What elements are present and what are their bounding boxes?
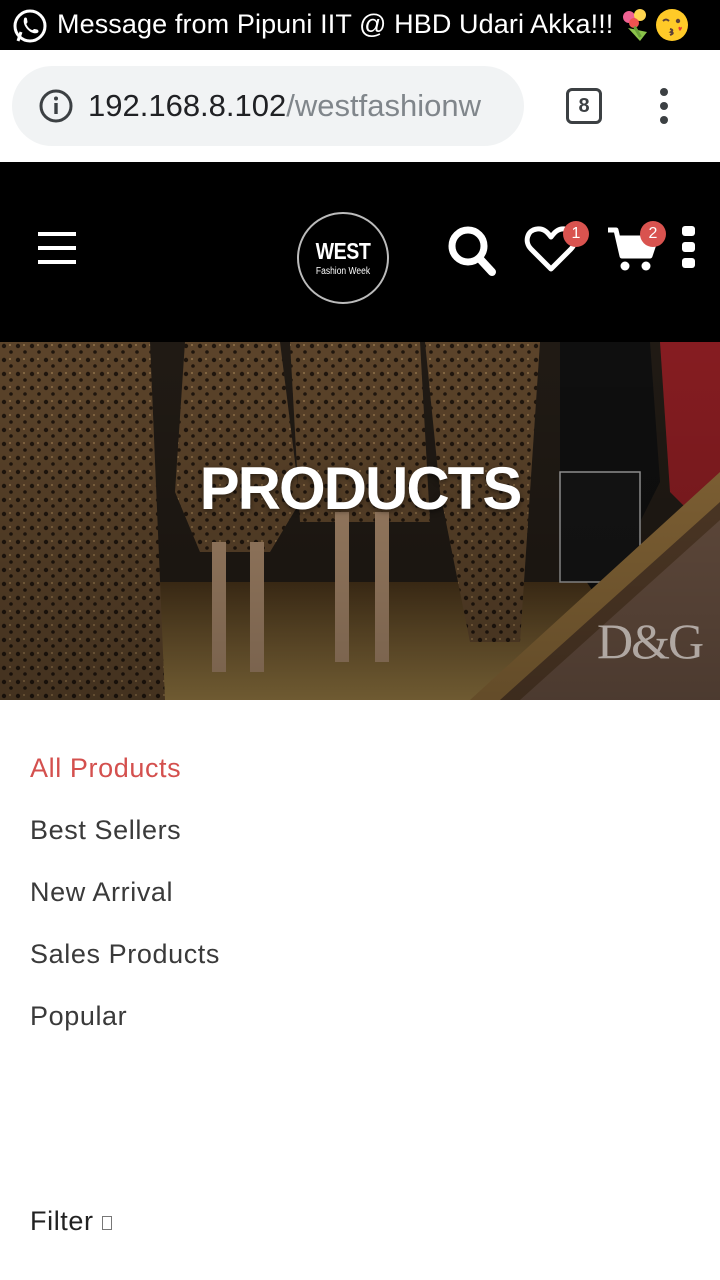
bouquet-emoji	[623, 9, 647, 41]
url-host: 192.168.8.102	[88, 88, 287, 123]
tab-switcher-button[interactable]: 8	[566, 88, 602, 124]
category-all-products[interactable]: All Products	[30, 740, 220, 802]
site-more-menu-icon[interactable]	[682, 226, 698, 268]
filter-icon	[101, 1215, 112, 1230]
category-list: All Products Best Sellers New Arrival Sa…	[30, 740, 220, 1050]
logo-subtitle: Fashion Week	[315, 266, 371, 277]
category-best-sellers[interactable]: Best Sellers	[30, 802, 220, 864]
kissing-face-emoji	[656, 9, 688, 41]
tab-count: 8	[578, 94, 590, 117]
notification-text: Message from Pipuni IIT @ HBD Udari Akka…	[57, 9, 614, 39]
search-icon[interactable]	[446, 222, 498, 278]
site-header: WEST Fashion Week 1 2	[0, 162, 720, 342]
filter-label: Filter	[30, 1206, 94, 1236]
hamburger-menu-icon[interactable]	[38, 232, 76, 264]
browser-menu-icon[interactable]	[654, 88, 674, 124]
browser-toolbar: 192.168.8.102/westfashionw 8	[0, 50, 720, 162]
whatsapp-icon	[13, 9, 47, 43]
filter-toggle[interactable]: Filter	[30, 1206, 112, 1237]
hero-banner: PRODUCTS D&G	[0, 342, 720, 700]
cart-count-badge: 2	[640, 221, 666, 247]
logo-title: WEST	[315, 238, 371, 264]
url-text[interactable]: 192.168.8.102/westfashionw	[88, 88, 516, 124]
url-path: /westfashionw	[286, 88, 481, 123]
site-logo[interactable]: WEST Fashion Week	[297, 212, 389, 304]
address-bar[interactable]: 192.168.8.102/westfashionw	[12, 66, 524, 146]
brand-watermark: D&G	[597, 613, 704, 669]
notification-bar[interactable]: Message from Pipuni IIT @ HBD Udari Akka…	[0, 0, 720, 50]
category-popular[interactable]: Popular	[30, 988, 220, 1050]
page-title: PRODUCTS	[199, 455, 523, 522]
wishlist-count-badge: 1	[563, 221, 589, 247]
info-icon[interactable]	[38, 88, 74, 124]
category-new-arrival[interactable]: New Arrival	[30, 864, 220, 926]
category-sales-products[interactable]: Sales Products	[30, 926, 220, 988]
